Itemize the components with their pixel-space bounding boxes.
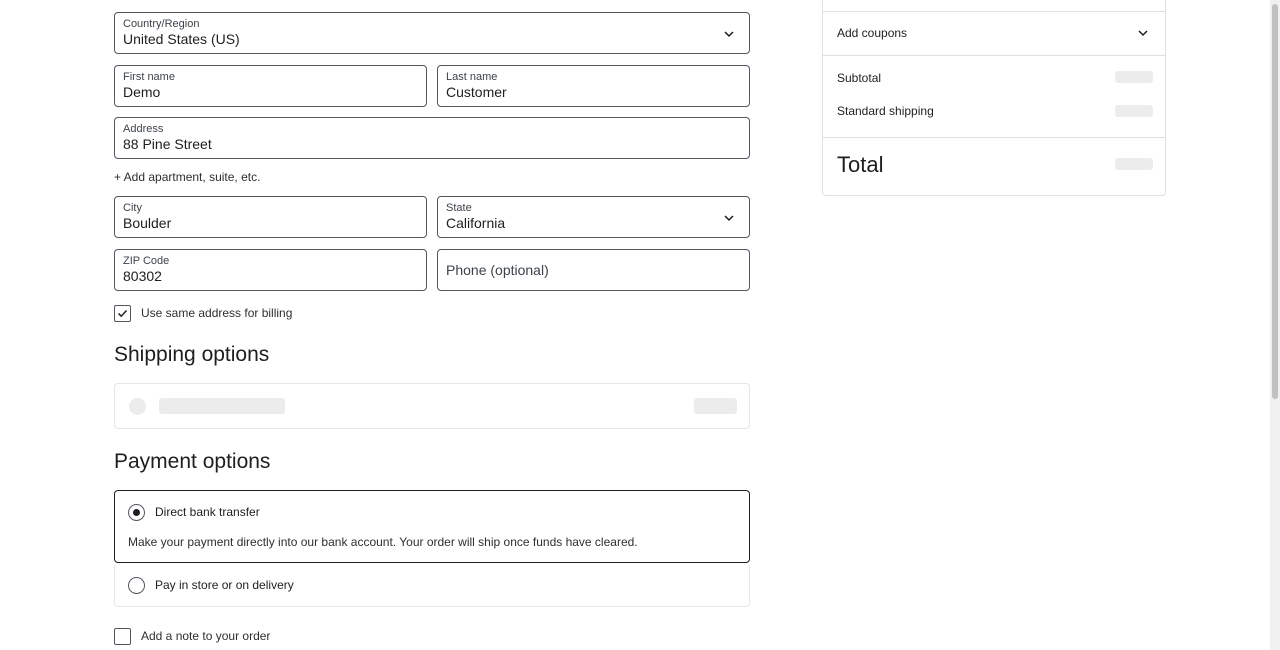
first-name-field[interactable]: First name Demo bbox=[114, 65, 427, 107]
shipping-value-loading bbox=[1115, 105, 1153, 117]
phone-placeholder: Phone (optional) bbox=[446, 262, 549, 278]
add-apartment-link[interactable]: + Add apartment, suite, etc. bbox=[114, 170, 260, 184]
city-label: City bbox=[123, 202, 142, 214]
same-billing-checkbox[interactable] bbox=[114, 305, 131, 322]
country-value: United States (US) bbox=[123, 31, 240, 47]
order-summary: Add coupons Subtotal Standard shipping T… bbox=[822, 0, 1166, 196]
payment-options-heading: Payment options bbox=[114, 450, 271, 473]
address-field[interactable]: Address 88 Pine Street bbox=[114, 117, 750, 159]
payment-option-bank-transfer[interactable]: Direct bank transfer Make your payment d… bbox=[114, 490, 750, 563]
first-name-value: Demo bbox=[123, 84, 161, 100]
skeleton-label bbox=[159, 398, 285, 414]
zip-field[interactable]: ZIP Code 80302 bbox=[114, 249, 427, 291]
page-scrollbar[interactable] bbox=[1270, 0, 1280, 650]
pay-in-store-radio[interactable] bbox=[128, 577, 145, 594]
chevron-down-icon bbox=[724, 31, 734, 38]
shipping-label: Standard shipping bbox=[837, 104, 934, 118]
add-note-checkbox[interactable] bbox=[114, 628, 131, 645]
payment-option-pay-in-store[interactable]: Pay in store or on delivery bbox=[114, 563, 750, 607]
skeleton-radio bbox=[129, 398, 146, 415]
add-note-label: Add a note to your order bbox=[141, 629, 271, 643]
shipping-options-heading: Shipping options bbox=[114, 343, 270, 366]
skeleton-price bbox=[694, 398, 737, 414]
state-select[interactable]: State California bbox=[437, 196, 750, 238]
address-label: Address bbox=[123, 123, 164, 135]
add-coupons-label: Add coupons bbox=[837, 26, 908, 40]
chevron-down-icon bbox=[724, 215, 734, 222]
pay-in-store-label: Pay in store or on delivery bbox=[155, 578, 294, 592]
same-billing-label: Use same address for billing bbox=[141, 306, 293, 320]
bank-transfer-description: Make your payment directly into our bank… bbox=[128, 535, 638, 549]
zip-label: ZIP Code bbox=[123, 255, 170, 267]
last-name-field[interactable]: Last name Customer bbox=[437, 65, 750, 107]
shipping-options-loading bbox=[114, 383, 750, 429]
subtotal-value-loading bbox=[1115, 71, 1153, 83]
state-value: California bbox=[446, 215, 506, 231]
city-value: Boulder bbox=[123, 215, 172, 231]
bank-transfer-radio[interactable] bbox=[128, 504, 145, 521]
total-value-loading bbox=[1115, 158, 1153, 170]
chevron-down-icon bbox=[1138, 30, 1148, 37]
add-coupons-toggle[interactable]: Add coupons bbox=[823, 12, 1165, 55]
country-label: Country/Region bbox=[123, 18, 200, 30]
state-label: State bbox=[446, 202, 472, 214]
zip-value: 80302 bbox=[123, 268, 162, 284]
total-label: Total bbox=[837, 152, 884, 177]
address-value: 88 Pine Street bbox=[123, 136, 212, 152]
last-name-label: Last name bbox=[446, 71, 498, 83]
scrollbar-thumb[interactable] bbox=[1272, 4, 1278, 399]
city-field[interactable]: City Boulder bbox=[114, 196, 427, 238]
subtotal-label: Subtotal bbox=[837, 71, 882, 85]
country-select[interactable]: Country/Region United States (US) bbox=[114, 12, 750, 54]
last-name-value: Customer bbox=[446, 84, 507, 100]
first-name-label: First name bbox=[123, 71, 175, 83]
checkmark-icon bbox=[117, 309, 128, 318]
bank-transfer-label: Direct bank transfer bbox=[155, 505, 260, 519]
phone-field[interactable]: Phone (optional) bbox=[437, 249, 750, 291]
